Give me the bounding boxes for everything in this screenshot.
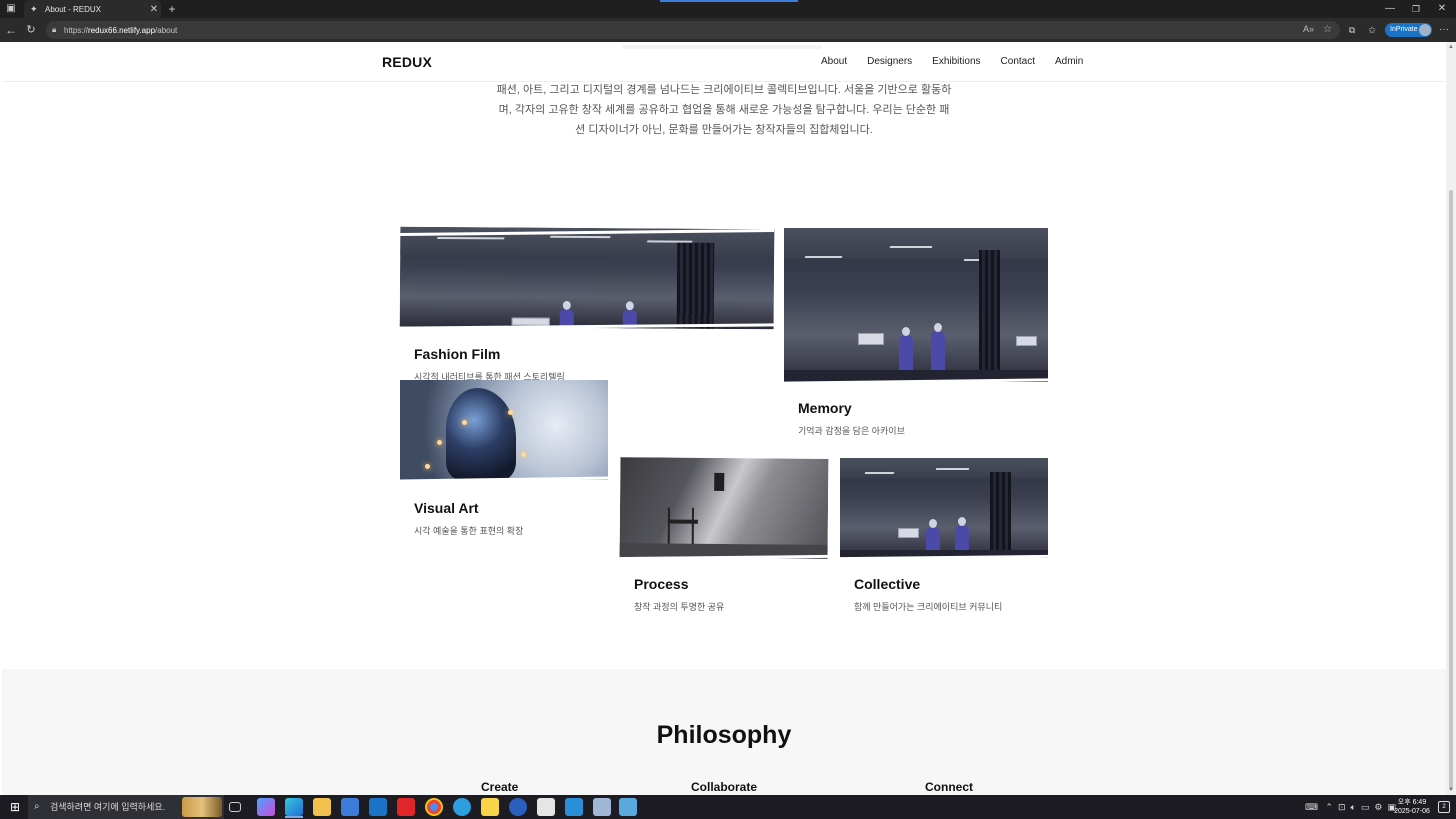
nav-contact[interactable]: Contact — [1001, 56, 1035, 67]
intro-line: 션 디자이너가 아닌, 문화를 만들어가는 창작자들의 집합체입니다. — [575, 124, 873, 136]
read-aloud-icon[interactable]: A» — [1303, 24, 1314, 34]
nav-links: About Designers Exhibitions Contact Admi… — [821, 56, 1103, 67]
digital-art-photo — [400, 380, 608, 480]
card-visual-art[interactable]: Visual Art 시각 예술을 통한 표현의 확장 — [399, 380, 609, 540]
scroll-down-icon[interactable]: ▼ — [1446, 787, 1456, 793]
sticky-notes-icon[interactable] — [481, 798, 499, 816]
tab-actions-icon[interactable]: ▣ — [4, 0, 18, 18]
nav-about[interactable]: About — [821, 56, 847, 67]
url-text: https://redux66.netlify.app/about — [64, 25, 178, 35]
window-close-icon[interactable]: ✕ — [1434, 0, 1450, 18]
nav-designers[interactable]: Designers — [867, 56, 912, 67]
notification-icon[interactable]: 2 — [1438, 801, 1450, 813]
tab-title: About - REDUX — [45, 4, 102, 14]
gallery-photo — [784, 228, 1048, 382]
store-icon[interactable] — [341, 798, 359, 816]
search-placeholder: 검색하려면 여기에 입력하세요. — [50, 802, 166, 812]
inprivate-label: InPrivate — [1390, 26, 1418, 33]
more-menu-icon[interactable]: ··· — [1437, 21, 1451, 39]
intro-line: 패션, 아트, 그리고 디지털의 경계를 넘나드는 크리에이티브 콜렉티브입니다… — [496, 84, 952, 96]
favorite-star-icon[interactable]: ☆ — [1323, 24, 1332, 35]
studio-photo — [619, 457, 829, 559]
card-title: Fashion Film — [414, 346, 501, 362]
copilot-icon[interactable] — [257, 798, 275, 816]
taskbar-search[interactable]: ⌕ 검색하려면 여기에 입력하세요. — [28, 795, 224, 819]
card-title: Process — [634, 576, 689, 592]
card-desc: 함께 만들어가는 크리에이티브 커뮤니티 — [854, 602, 1003, 612]
back-arrow-icon[interactable]: ← — [4, 21, 18, 39]
card-image — [840, 458, 1048, 558]
favicon-icon: ✦ — [30, 3, 38, 14]
search-icon: ⌕ — [34, 801, 40, 812]
card-desc: 기억과 감정을 담은 아카이브 — [798, 426, 905, 436]
outlook-icon[interactable] — [369, 798, 387, 816]
start-icon[interactable]: ⊞ — [4, 795, 26, 819]
file-explorer-icon[interactable] — [313, 798, 331, 816]
active-app-indicator — [285, 816, 303, 818]
inprivate-badge[interactable]: InPrivate — [1385, 23, 1432, 37]
gallery-photo — [840, 458, 1048, 558]
reload-icon[interactable]: ↻ — [24, 21, 38, 39]
card-desc: 시각 예술을 통한 표현의 확장 — [414, 526, 524, 536]
address-bar[interactable]: 🔒︎ https://redux66.netlify.app/about A» … — [46, 21, 1340, 39]
tab-close-icon[interactable]: ✕ — [147, 4, 161, 15]
philosophy-connect: Connect — [925, 780, 973, 794]
vscode-icon[interactable] — [565, 798, 583, 816]
chrome-icon[interactable] — [425, 798, 443, 816]
app-icon-grey[interactable] — [537, 798, 555, 816]
page-scrollbar[interactable]: ▲ ▼ — [1446, 42, 1456, 795]
minimize-icon[interactable]: — — [1382, 0, 1398, 18]
browser-titlebar: ▣ ✦ About - REDUX ✕ + — ❐ ✕ — [0, 0, 1456, 18]
youtube-icon[interactable] — [397, 798, 415, 816]
card-image — [399, 226, 775, 330]
notepad-icon[interactable] — [593, 798, 611, 816]
scroll-up-icon[interactable]: ▲ — [1446, 44, 1456, 50]
card-desc: 창작 과정의 투명한 공유 — [634, 602, 725, 612]
site-navbar: REDUX About Designers Exhibitions Contac… — [2, 42, 1446, 82]
lock-icon: 🔒︎ — [52, 25, 57, 34]
nav-admin[interactable]: Admin — [1055, 56, 1083, 67]
card-title: Visual Art — [414, 500, 479, 516]
system-tray[interactable]: ⌨ ⌃ ⊡ 🔈︎ ▭ ⚙ ▣ — [1305, 795, 1396, 819]
card-title: Memory — [798, 400, 852, 416]
app-icon-blue[interactable] — [509, 798, 527, 816]
gallery-photo — [399, 226, 775, 330]
edge-icon[interactable] — [285, 798, 303, 816]
restore-icon[interactable]: ❐ — [1408, 0, 1424, 18]
nav-exhibitions[interactable]: Exhibitions — [932, 56, 980, 67]
intro-line: 며, 각자의 고유한 창작 세계를 공유하고 협업을 통해 새로운 가능성을 탐… — [498, 104, 950, 116]
section-title: Philosophy — [656, 721, 792, 749]
extensions-icon[interactable]: ⧉ — [1346, 21, 1358, 39]
card-process[interactable]: Process 창작 과정의 투명한 공유 — [619, 457, 829, 618]
task-view-icon[interactable] — [229, 802, 241, 812]
scrollbar-thumb[interactable] — [1449, 190, 1453, 790]
profile-avatar — [1419, 24, 1431, 36]
loading-indicator — [660, 0, 798, 2]
paint-icon[interactable] — [619, 798, 637, 816]
collections-icon[interactable]: ✩ — [1366, 21, 1378, 39]
faded-hero-remnant — [622, 45, 822, 49]
page-viewport: REDUX About Designers Exhibitions Contac… — [2, 42, 1446, 795]
clock-date: 2025-07-06 — [1394, 808, 1430, 815]
taskbar-clock[interactable]: 오후 6:49 2025-07-06 — [1390, 798, 1434, 816]
philosophy-collaborate: Collaborate — [691, 780, 758, 794]
ie-icon[interactable] — [453, 798, 471, 816]
card-image — [619, 457, 829, 559]
browser-tab[interactable]: ✦ About - REDUX ✕ — [24, 0, 161, 18]
new-tab-button[interactable]: + — [165, 0, 179, 18]
philosophy-section: Philosophy Create Collaborate Connect — [2, 669, 1446, 795]
philosophy-create: Create — [481, 780, 519, 794]
card-image — [400, 380, 608, 480]
intro-paragraph: 패션, 아트, 그리고 디지털의 경계를 넘나드는 크리에이티브 콜렉티브입니다… — [496, 80, 952, 140]
brand-logo[interactable]: REDUX — [382, 54, 432, 70]
card-memory[interactable]: Memory 기억과 감정을 담은 아카이브 — [783, 228, 1049, 448]
clock-time: 오후 6:49 — [1397, 799, 1427, 806]
card-fashion-film[interactable]: Fashion Film 시각적 내러티브를 통한 패션 스토리텔링 — [399, 226, 775, 388]
card-image — [784, 228, 1048, 382]
card-collective[interactable]: Collective 함께 만들어가는 크리에이티브 커뮤니티 — [839, 458, 1049, 618]
card-title: Collective — [854, 576, 921, 592]
browser-toolbar: ← ↻ 🔒︎ https://redux66.netlify.app/about… — [0, 18, 1456, 42]
windows-taskbar: ⊞ ⌕ 검색하려면 여기에 입력하세요. ⌨ ⌃ ⊡ 🔈︎ ▭ ⚙ ▣ 오후 6… — [0, 795, 1456, 819]
search-highlight-image — [182, 797, 222, 817]
